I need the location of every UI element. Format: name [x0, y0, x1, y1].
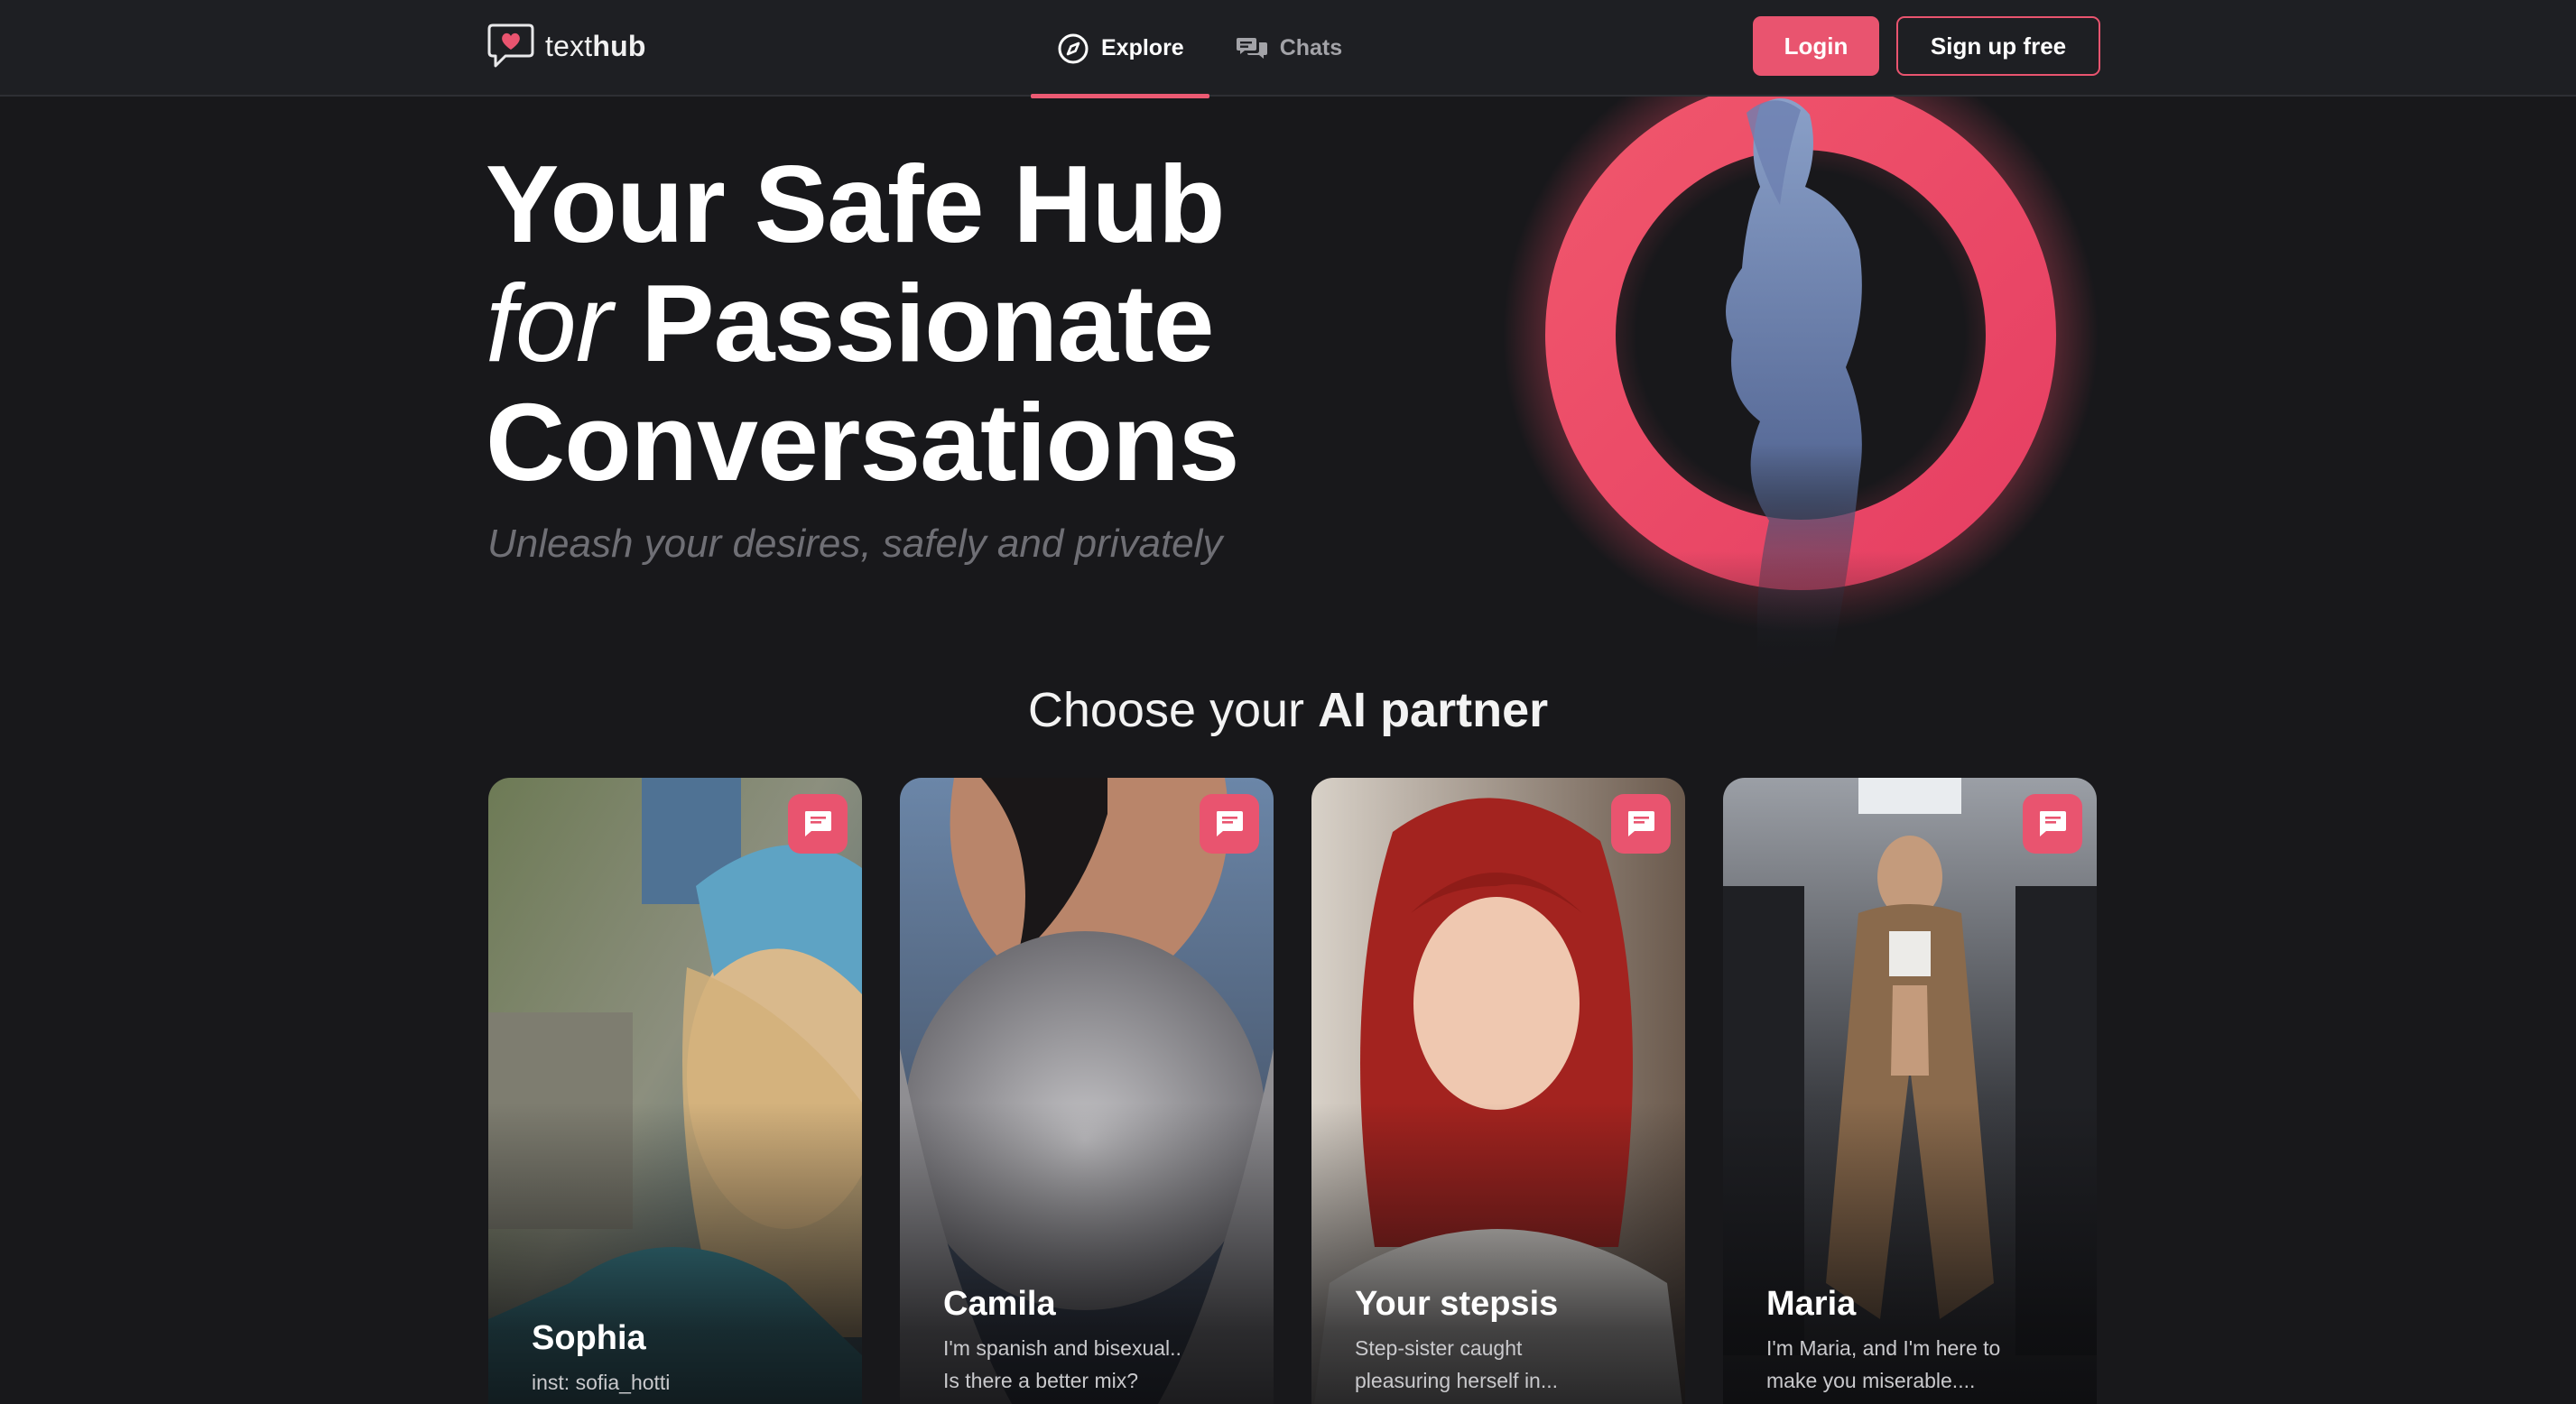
partner-card-stepsis[interactable]: Your stepsis Step-sister caught pleasuri… — [1311, 778, 1685, 1404]
message-icon — [1217, 811, 1243, 836]
message-icon — [1628, 811, 1654, 836]
partner-card-sophia[interactable]: Sophia inst: sofia_hotti — [488, 778, 862, 1404]
partner-name: Camila — [943, 1285, 1056, 1323]
partner-description-line: I'm spanish and bisexual.. — [943, 1336, 1181, 1360]
nav-tab-chats-label: Chats — [1279, 35, 1343, 60]
brand-wordmark: texthub — [545, 30, 646, 63]
nav-tab-explore-label: Explore — [1101, 35, 1184, 60]
start-chat-button[interactable] — [788, 794, 848, 854]
hero-line-2-italic: for — [486, 262, 612, 384]
signup-button[interactable]: Sign up free — [1896, 16, 2100, 76]
hero-headline: Your Safe Hub for Passionate Conversatio… — [486, 144, 1478, 502]
start-chat-button[interactable] — [2023, 794, 2082, 854]
partner-description: I'm spanish and bisexual.. Is there a be… — [943, 1332, 1232, 1397]
hero-line-1: Your Safe Hub — [486, 143, 1225, 265]
partner-description: inst: sofia_hotti — [532, 1366, 820, 1399]
section-heading: Choose your AI partner — [0, 682, 2576, 738]
hero-line-3: Conversations — [486, 381, 1239, 503]
login-button[interactable]: Login — [1753, 16, 1879, 76]
partner-description-line: I'm Maria, and I'm here to — [1766, 1336, 2001, 1360]
brand-name-bold: hub — [592, 29, 646, 62]
message-icon — [805, 811, 831, 836]
partner-description-line: inst: sofia_hotti — [532, 1371, 671, 1394]
main-nav: Explore Chats — [1031, 0, 1367, 98]
brand-logo[interactable]: texthub — [487, 22, 646, 70]
partner-card-maria[interactable]: Maria I'm Maria, and I'm here to make yo… — [1723, 778, 2097, 1404]
partner-description-line: Step-sister caught — [1355, 1336, 1523, 1360]
message-icon — [2040, 811, 2066, 836]
hero-line-2: Passionate — [641, 262, 1214, 384]
start-chat-button[interactable] — [1200, 794, 1259, 854]
partner-description-line: pleasuring herself in... — [1355, 1369, 1559, 1392]
partner-description: I'm Maria, and I'm here to make you mise… — [1766, 1332, 2055, 1397]
section-heading-bold: AI partner — [1318, 683, 1549, 737]
compass-icon — [1058, 33, 1089, 63]
start-chat-button[interactable] — [1611, 794, 1671, 854]
partner-card-camila[interactable]: Camila I'm spanish and bisexual.. Is the… — [900, 778, 1274, 1404]
partner-description-line: Is there a better mix? — [943, 1369, 1139, 1392]
chat-bubbles-icon — [1236, 37, 1267, 59]
top-navbar: texthub Explore Chats Login Sign up free — [0, 0, 2576, 98]
hero-subtitle: Unleash your desires, safely and private… — [487, 522, 1223, 566]
partner-description: Step-sister caught pleasuring herself in… — [1355, 1332, 1644, 1397]
partner-description-line: make you miserable.... — [1766, 1369, 1976, 1392]
partner-name: Maria — [1766, 1285, 1857, 1323]
section-heading-prefix: Choose your — [1027, 683, 1305, 737]
nav-tab-explore[interactable]: Explore — [1031, 0, 1209, 98]
brand-name-light: text — [545, 29, 593, 62]
hero-illustration — [1489, 97, 2121, 746]
nav-tab-chats[interactable]: Chats — [1209, 0, 1367, 97]
partner-name: Sophia — [532, 1319, 646, 1357]
partner-name: Your stepsis — [1355, 1285, 1559, 1323]
heart-chat-logo-icon — [487, 23, 534, 68]
